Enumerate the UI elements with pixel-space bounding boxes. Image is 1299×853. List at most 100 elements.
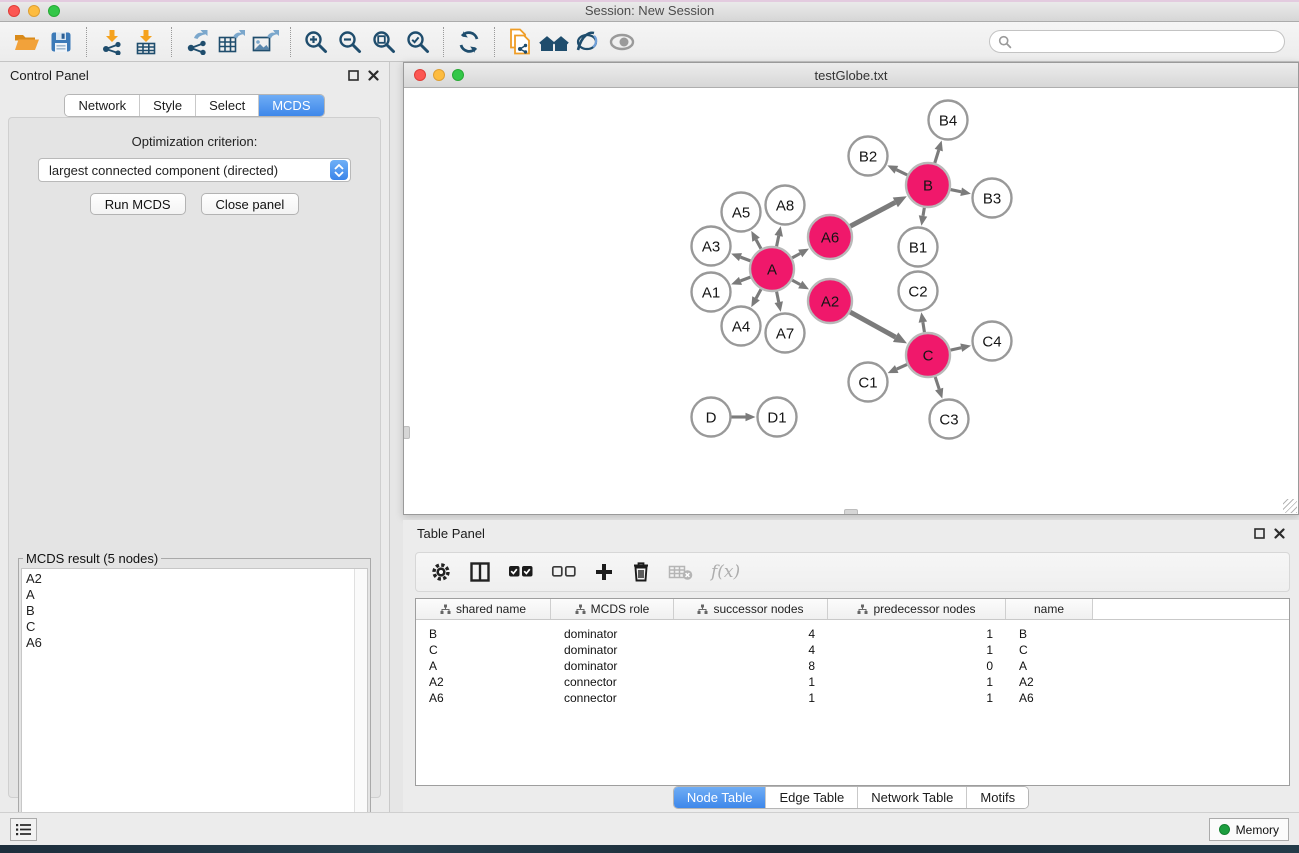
float-panel-icon[interactable] xyxy=(1254,528,1265,539)
graph-node-A5[interactable]: A5 xyxy=(722,193,761,232)
table-cell[interactable]: A2 xyxy=(416,674,551,690)
graph-node-A7[interactable]: A7 xyxy=(766,314,805,353)
graph-node-B[interactable]: B xyxy=(906,163,950,207)
table-cell[interactable]: 1 xyxy=(674,674,828,690)
graph-edge-A-A5[interactable] xyxy=(756,240,761,249)
table-row[interactable]: Adominator80A xyxy=(416,658,1289,674)
table-cell[interactable]: A xyxy=(416,658,551,674)
graph-node-C[interactable]: C xyxy=(906,333,950,377)
graph-node-C3[interactable]: C3 xyxy=(930,400,969,439)
tab-network[interactable]: Network xyxy=(65,95,139,116)
export-network-icon[interactable] xyxy=(180,26,214,58)
zoom-selected-icon[interactable] xyxy=(401,26,435,58)
graph-node-C4[interactable]: C4 xyxy=(973,322,1012,361)
table-cell[interactable]: 0 xyxy=(828,658,1006,674)
table-cell[interactable]: A2 xyxy=(1006,674,1093,690)
graph-node-B2[interactable]: B2 xyxy=(849,137,888,176)
column-header-name[interactable]: name xyxy=(1006,599,1093,619)
table-cell[interactable]: dominator xyxy=(551,626,674,642)
table-cell[interactable]: connector xyxy=(551,674,674,690)
import-network-icon[interactable] xyxy=(95,26,129,58)
deselect-all-icon[interactable] xyxy=(551,565,577,579)
zoom-fit-icon[interactable] xyxy=(367,26,401,58)
save-session-icon[interactable] xyxy=(44,26,78,58)
graph-node-C2[interactable]: C2 xyxy=(899,272,938,311)
graph-edge-A-A4[interactable] xyxy=(756,289,761,298)
table-cell[interactable]: C xyxy=(1006,642,1093,658)
table-cell[interactable]: 4 xyxy=(674,626,828,642)
graph-edge-A-A1[interactable] xyxy=(740,277,750,281)
close-panel-icon[interactable] xyxy=(1274,528,1285,539)
graph-edge-A-A8[interactable] xyxy=(777,236,779,247)
tab-select[interactable]: Select xyxy=(195,95,258,116)
graph-node-D1[interactable]: D1 xyxy=(758,398,797,437)
graph-edge-C-C1[interactable] xyxy=(897,364,907,369)
network-canvas[interactable]: AA1A2A3A4A5A6A7A8BB1B2B3B4CC1C2C3C4DD1 xyxy=(404,88,1298,514)
graph-edge-B-B4[interactable] xyxy=(935,150,939,163)
memory-button[interactable]: Memory xyxy=(1209,818,1289,841)
graph-node-A1[interactable]: A1 xyxy=(692,273,731,312)
table-cell[interactable]: 1 xyxy=(828,690,1006,706)
table-cell[interactable]: A xyxy=(1006,658,1093,674)
table-cell[interactable]: A6 xyxy=(416,690,551,706)
table-cell[interactable]: 1 xyxy=(828,626,1006,642)
eye-icon[interactable] xyxy=(605,26,639,58)
search-input[interactable] xyxy=(1012,35,1276,49)
graph-node-A6[interactable]: A6 xyxy=(808,215,852,259)
graph-edge-A-A3[interactable] xyxy=(740,257,750,261)
graph-edge-C-C4[interactable] xyxy=(950,348,961,350)
zoom-network-button[interactable] xyxy=(452,69,464,81)
column-header-shared-name[interactable]: shared name xyxy=(416,599,551,619)
zoom-in-icon[interactable] xyxy=(299,26,333,58)
vertical-scrollbar-thumb[interactable] xyxy=(404,426,410,439)
graph-edge-A-A2[interactable] xyxy=(792,280,800,284)
task-history-button[interactable] xyxy=(10,818,37,841)
export-table-icon[interactable] xyxy=(214,26,248,58)
tab-node-table[interactable]: Node Table xyxy=(674,787,766,808)
table-cell[interactable]: dominator xyxy=(551,642,674,658)
zoom-out-icon[interactable] xyxy=(333,26,367,58)
graph-node-A3[interactable]: A3 xyxy=(692,227,731,266)
column-header-predecessor-nodes[interactable]: predecessor nodes xyxy=(828,599,1006,619)
graph-edge-C-C3[interactable] xyxy=(935,377,939,389)
table-delete-icon[interactable] xyxy=(668,563,694,581)
resize-grip[interactable] xyxy=(1283,499,1297,513)
tab-motifs[interactable]: Motifs xyxy=(966,787,1028,808)
graph-node-B3[interactable]: B3 xyxy=(973,179,1012,218)
graph-node-D[interactable]: D xyxy=(692,398,731,437)
add-column-icon[interactable] xyxy=(594,562,614,582)
mcds-result-item[interactable]: A6 xyxy=(26,635,350,651)
run-mcds-button[interactable]: Run MCDS xyxy=(90,193,186,215)
table-cell[interactable]: dominator xyxy=(551,658,674,674)
tab-network-table[interactable]: Network Table xyxy=(857,787,966,808)
graph-edge-B-B2[interactable] xyxy=(896,170,907,175)
mcds-result-list[interactable]: A2ABCA6 xyxy=(21,568,368,853)
tab-style[interactable]: Style xyxy=(139,95,195,116)
graph-edge-B-B3[interactable] xyxy=(951,190,962,192)
minimize-network-button[interactable] xyxy=(433,69,445,81)
home-icon[interactable] xyxy=(537,26,571,58)
gear-icon[interactable] xyxy=(430,561,452,583)
select-all-icon[interactable] xyxy=(508,565,534,579)
open-file-icon[interactable] xyxy=(10,26,44,58)
table-cell[interactable]: B xyxy=(1006,626,1093,642)
delete-column-icon[interactable] xyxy=(631,561,651,583)
graph-node-A2[interactable]: A2 xyxy=(808,279,852,323)
graph-node-A8[interactable]: A8 xyxy=(766,186,805,225)
table-cell[interactable]: A6 xyxy=(1006,690,1093,706)
horizontal-scrollbar-thumb[interactable] xyxy=(844,509,858,514)
table-cell[interactable]: 8 xyxy=(674,658,828,674)
table-cell[interactable]: C xyxy=(416,642,551,658)
table-cell[interactable]: B xyxy=(416,626,551,642)
table-row[interactable]: Bdominator41B xyxy=(416,626,1289,642)
mcds-result-item[interactable]: A xyxy=(26,587,350,603)
import-table-icon[interactable] xyxy=(129,26,163,58)
table-row[interactable]: A2connector11A2 xyxy=(416,674,1289,690)
table-cell[interactable]: 1 xyxy=(674,690,828,706)
table-cell[interactable]: 1 xyxy=(828,674,1006,690)
tab-mcds[interactable]: MCDS xyxy=(258,95,323,116)
table-cell[interactable]: 1 xyxy=(828,642,1006,658)
column-header-MCDS-role[interactable]: MCDS role xyxy=(551,599,674,619)
mcds-result-item[interactable]: B xyxy=(26,603,350,619)
criterion-dropdown[interactable]: largest connected component (directed) xyxy=(38,158,351,182)
